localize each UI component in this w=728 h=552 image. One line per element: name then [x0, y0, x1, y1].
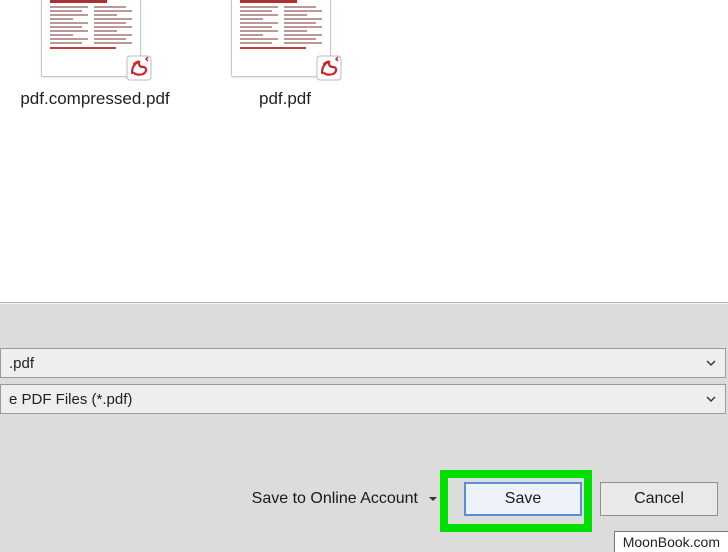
filetype-value: e PDF Files (*.pdf) — [9, 391, 132, 408]
filetype-combobox[interactable]: e PDF Files (*.pdf) — [0, 384, 726, 414]
save-panel: .pdf e PDF Files (*.pdf) Save to Online … — [0, 303, 728, 552]
chevron-down-icon — [705, 393, 717, 405]
filename-value: .pdf — [9, 355, 34, 372]
caret-down-icon — [428, 494, 438, 504]
file-name-label: pdf.pdf — [259, 88, 311, 109]
pdf-icon — [125, 54, 153, 82]
save-online-label: Save to Online Account — [252, 490, 418, 508]
watermark-label: MoonBook.com — [614, 531, 728, 552]
file-item[interactable]: pdf.pdf — [210, 0, 360, 109]
chevron-down-icon — [705, 357, 717, 369]
file-item[interactable]: pdf.compressed.pdf — [20, 0, 170, 109]
filename-combobox[interactable]: .pdf — [0, 348, 726, 378]
save-button[interactable]: Save — [464, 482, 582, 516]
cancel-button[interactable]: Cancel — [600, 482, 718, 516]
file-name-label: pdf.compressed.pdf — [20, 88, 169, 109]
pdf-icon — [315, 54, 343, 82]
file-browser-area[interactable]: pdf.compressed.pdf — [0, 0, 728, 303]
save-online-dropdown[interactable]: Save to Online Account — [252, 490, 438, 508]
